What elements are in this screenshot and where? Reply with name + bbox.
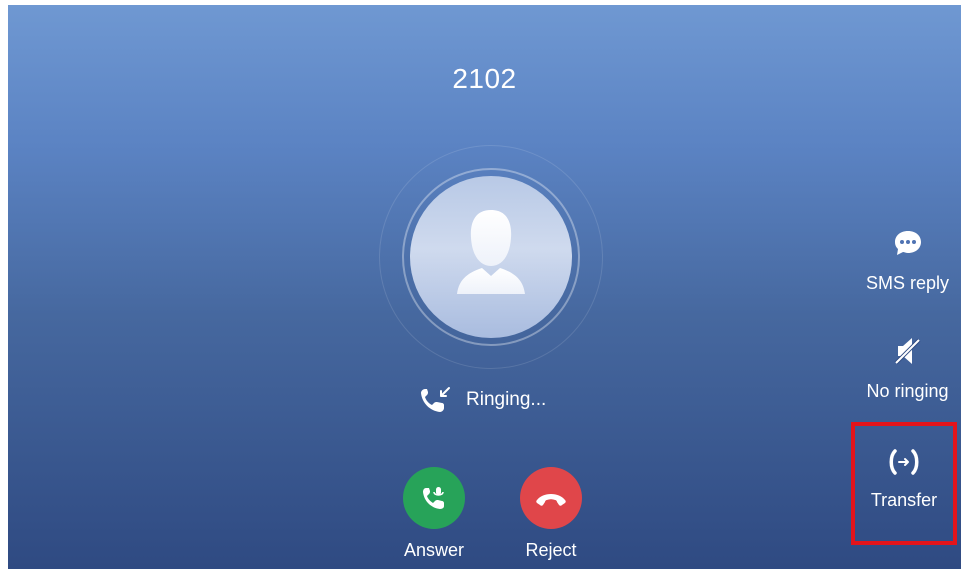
phone-answer-icon: [423, 487, 444, 509]
answer-label: Answer: [403, 540, 465, 560]
phone-hangup-icon: [536, 494, 566, 506]
incoming-call-screen: 2102 Ringing... Answer Reject SMS reply …: [8, 5, 961, 569]
no-ringing-button[interactable]: No ringing: [854, 333, 961, 402]
no-ringing-label: No ringing: [866, 381, 949, 401]
incoming-call-icon: [421, 387, 450, 412]
sms-reply-label: SMS reply: [865, 273, 950, 293]
caller-avatar: [410, 176, 572, 338]
speaker-mute-icon: [894, 338, 920, 365]
answer-button[interactable]: [403, 467, 465, 529]
transfer-button[interactable]: Transfer: [851, 422, 957, 545]
chat-bubble-icon: [894, 231, 921, 255]
call-status: Ringing...: [418, 385, 546, 415]
transfer-label: Transfer: [870, 490, 938, 510]
caller-number: 2102: [452, 63, 517, 94]
sms-reply-button[interactable]: SMS reply: [854, 225, 961, 294]
reject-label: Reject: [525, 540, 577, 560]
reject-button[interactable]: [520, 467, 582, 529]
person-silhouette-icon: [457, 210, 525, 294]
call-transfer-icon: [889, 449, 919, 475]
status-text: Ringing...: [466, 389, 547, 410]
